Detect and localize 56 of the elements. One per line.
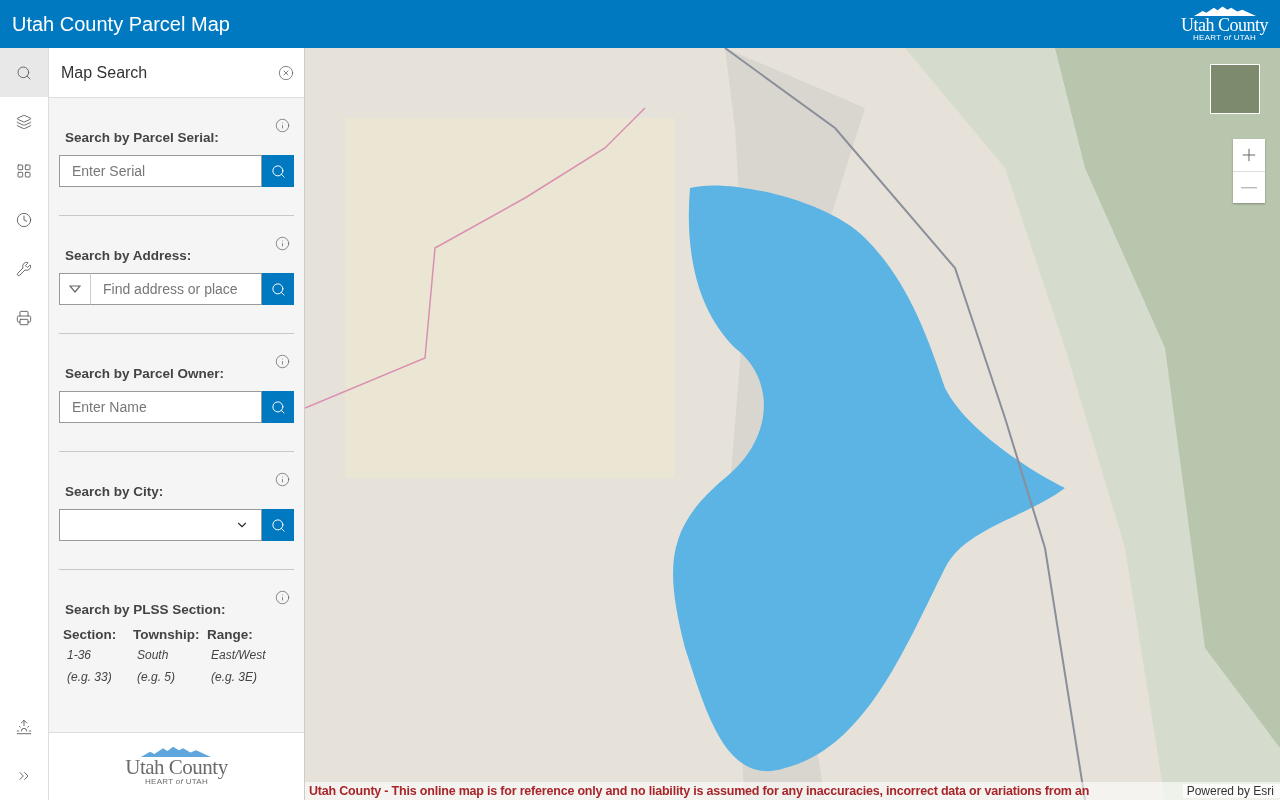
info-icon[interactable]: [275, 118, 290, 133]
info-icon[interactable]: [275, 472, 290, 487]
triangle-down-icon: [69, 285, 81, 293]
column-label: Range:: [207, 627, 254, 642]
close-icon: [278, 64, 294, 81]
attribution-text: Powered by Esri: [1182, 784, 1280, 798]
search-icon: [270, 281, 286, 297]
search-button[interactable]: [262, 273, 294, 305]
basemap-thumbnail[interactable]: [1210, 64, 1260, 114]
info-icon[interactable]: [275, 354, 290, 369]
map-drawing[interactable]: [305, 48, 1280, 800]
zoom-in-button[interactable]: [1233, 139, 1265, 171]
search-button[interactable]: [262, 155, 294, 187]
section-heading: Search by Parcel Owner:: [65, 366, 225, 381]
example-hint: (e.g. 5): [136, 669, 176, 686]
section-heading: Search by PLSS Section:: [65, 602, 226, 617]
logo-tagline: HEART of UTAH: [1192, 33, 1256, 43]
wrench-icon: [16, 260, 32, 277]
logo-wordmark: Utah County: [1181, 15, 1268, 34]
app-title: Utah County Parcel Map: [12, 12, 230, 36]
input-field[interactable]: Enter Name: [59, 391, 262, 423]
layers-icon: [16, 113, 32, 130]
range-hint: South: [136, 647, 170, 664]
example-hint: (e.g. 3E): [210, 669, 259, 686]
panel-title: Map Search: [61, 63, 148, 82]
logo-wordmark: Utah County: [125, 757, 228, 779]
mountain-logo-icon: [140, 745, 213, 758]
column-label: Section:: [63, 627, 118, 642]
search-icon: [16, 64, 32, 81]
search-icon: [270, 517, 286, 533]
range-hint: East/West: [210, 647, 267, 664]
section-heading: Search by City:: [65, 484, 164, 499]
input-field[interactable]: Enter Serial: [59, 155, 262, 187]
column-label: Township:: [133, 627, 201, 642]
minus-icon: [1241, 186, 1257, 189]
search-button[interactable]: [262, 509, 294, 541]
clock-icon: [16, 211, 32, 228]
info-icon[interactable]: [275, 590, 290, 605]
close-button[interactable]: [278, 64, 294, 81]
section-heading: Search by Parcel Serial:: [65, 130, 219, 145]
printer-icon: [16, 309, 32, 326]
section-heading: Search by Address:: [65, 248, 192, 263]
dropdown-button[interactable]: [59, 273, 91, 305]
city-select[interactable]: [59, 509, 262, 541]
disclaimer-text: Utah County - This online map is for reference only and no liability is assumed for any inaccuracies, incorrect data or variations from an: [308, 784, 1090, 798]
info-icon[interactable]: [275, 236, 290, 251]
mountain-logo-icon: [1193, 5, 1256, 16]
search-icon: [270, 163, 286, 179]
input-field[interactable]: Find address or place: [91, 273, 262, 305]
logo-tagline: HEART of UTAH: [144, 778, 208, 788]
sunrise-icon: [16, 718, 32, 735]
grid-icon: [16, 162, 32, 179]
search-icon: [270, 399, 286, 415]
example-hint: (e.g. 33): [66, 669, 113, 686]
search-button[interactable]: [262, 391, 294, 423]
range-hint: 1-36: [66, 647, 93, 664]
